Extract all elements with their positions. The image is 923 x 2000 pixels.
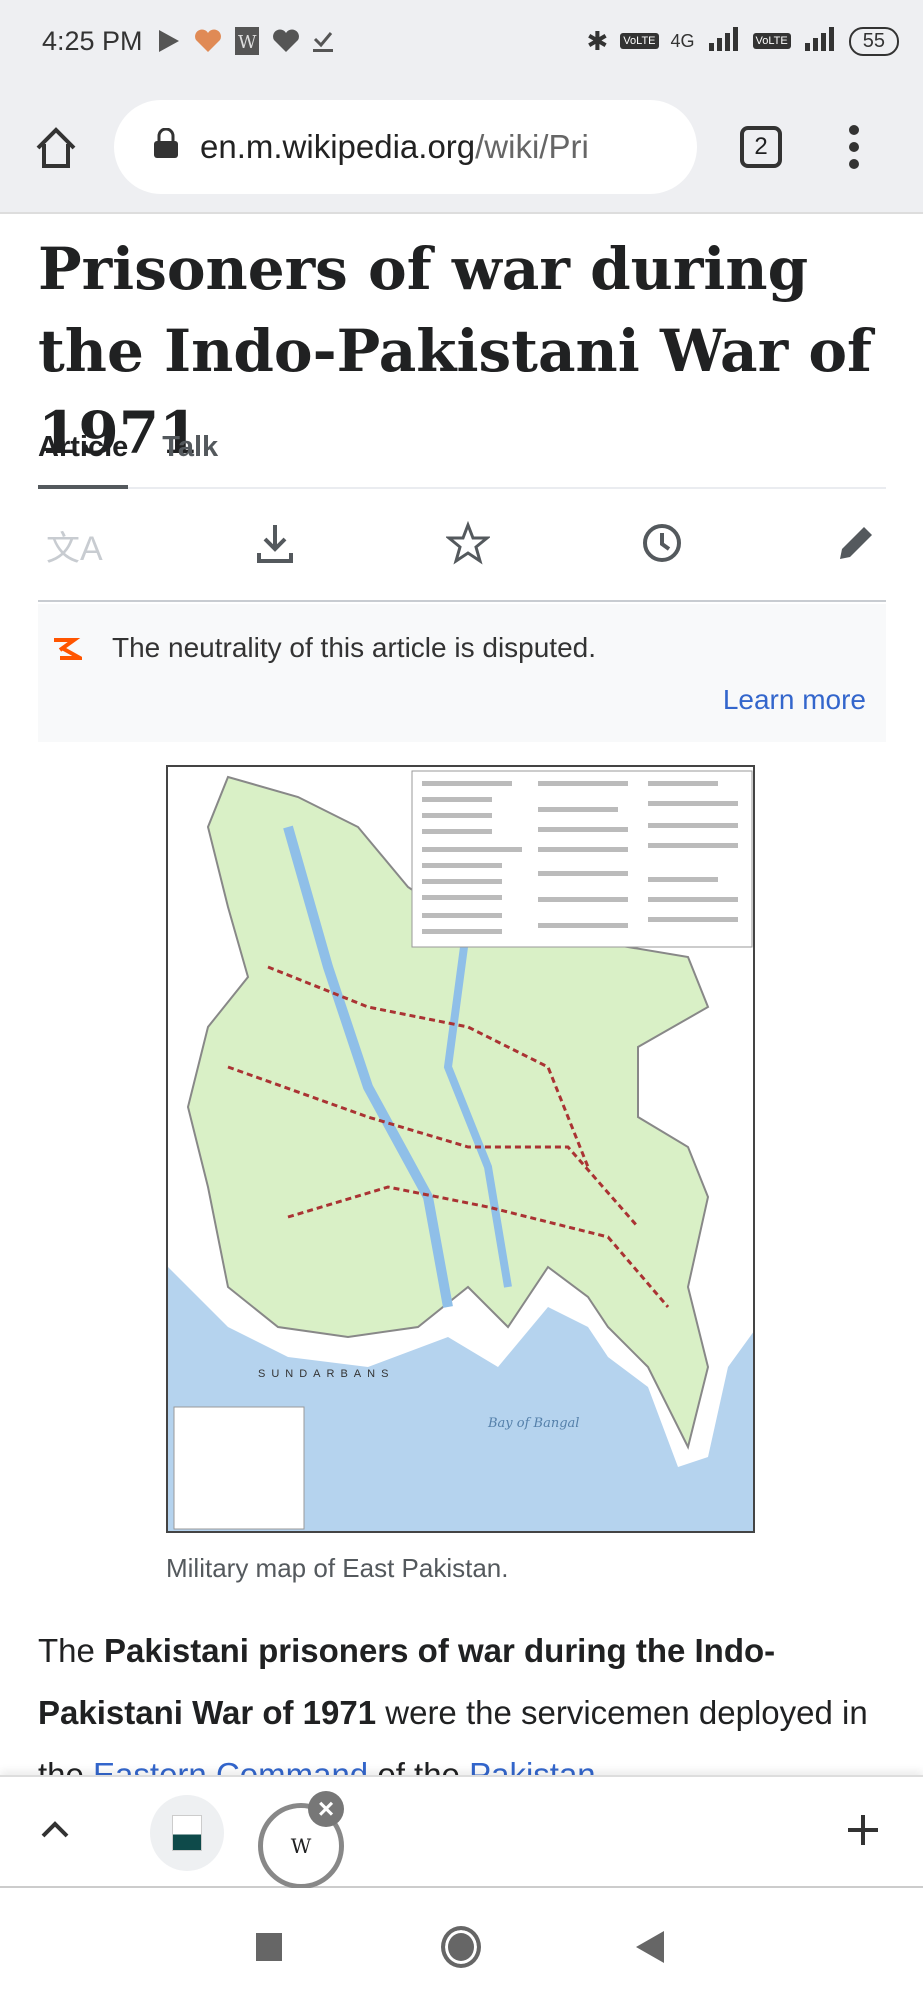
map-label-sundarbans: SUNDARBANS <box>258 1368 394 1380</box>
star-icon[interactable] <box>445 520 492 570</box>
figure-caption: Military map of East Pakistan. <box>166 1553 509 1583</box>
close-tab-icon[interactable]: × <box>308 1791 344 1827</box>
history-icon[interactable] <box>640 521 684 570</box>
system-nav-bar <box>0 1888 923 2000</box>
status-bar: 4:25 PM W ✱ VoLTE 4G VoLTE 55 <box>0 0 923 82</box>
volte-icon: VoLTE <box>620 33 659 49</box>
learn-more-link[interactable]: Learn more <box>723 684 866 716</box>
download-icon[interactable] <box>253 521 297 570</box>
recents-button[interactable] <box>256 1933 282 1961</box>
health-heart-icon <box>193 28 223 54</box>
home-button[interactable] <box>34 126 78 175</box>
volte-icon: VoLTE <box>752 33 791 49</box>
notice-text: The neutrality of this article is disput… <box>112 632 597 663</box>
browser-toolbar: en.m.wikipedia.org/wiki/Pri 2 <box>0 82 923 214</box>
signal-icon <box>803 26 837 56</box>
tab-strip: W × <box>0 1775 923 1889</box>
url-path: /wiki/Pri <box>475 128 589 165</box>
url-bar[interactable]: en.m.wikipedia.org/wiki/Pri <box>114 100 697 194</box>
language-icon[interactable]: 文A <box>46 521 103 570</box>
back-button[interactable] <box>636 1931 664 1968</box>
download-done-icon <box>312 29 333 53</box>
signal-icon <box>707 26 741 56</box>
bluetooth-icon: ✱ <box>586 25 609 56</box>
site-favicon-icon <box>172 1815 202 1851</box>
battery-indicator: 55 <box>848 26 899 56</box>
clock: 4:25 PM <box>42 25 143 56</box>
tab-talk[interactable]: Talk <box>162 425 218 489</box>
new-tab-icon[interactable] <box>846 1813 880 1852</box>
military-map-image[interactable]: SUNDARBANS Bay of Bangal <box>166 765 755 1533</box>
map-label-bay: Bay of Bangal <box>487 1416 579 1431</box>
svg-text:W: W <box>238 32 257 53</box>
home-nav-button[interactable] <box>441 1926 481 1968</box>
neutrality-notice: The neutrality of this article is disput… <box>38 604 886 742</box>
tab-article[interactable]: Article <box>38 425 129 489</box>
wikipedia-icon: W <box>234 27 259 55</box>
network-type: 4G <box>670 30 695 51</box>
more-menu-icon[interactable] <box>848 124 860 175</box>
play-store-icon <box>157 28 181 54</box>
body-text: The <box>38 1632 105 1669</box>
chevron-up-icon[interactable] <box>40 1819 70 1844</box>
disputed-icon <box>52 636 88 667</box>
tab-switcher-button[interactable]: 2 <box>740 126 782 168</box>
heart-check-icon <box>271 28 301 54</box>
article-tabs: Article Talk <box>38 425 886 489</box>
page-actions: 文A <box>38 490 886 602</box>
url-host: en.m.wikipedia.org <box>200 128 476 165</box>
edit-icon[interactable] <box>834 521 878 570</box>
lock-icon <box>154 127 178 166</box>
defence-site-tab[interactable] <box>150 1795 224 1871</box>
